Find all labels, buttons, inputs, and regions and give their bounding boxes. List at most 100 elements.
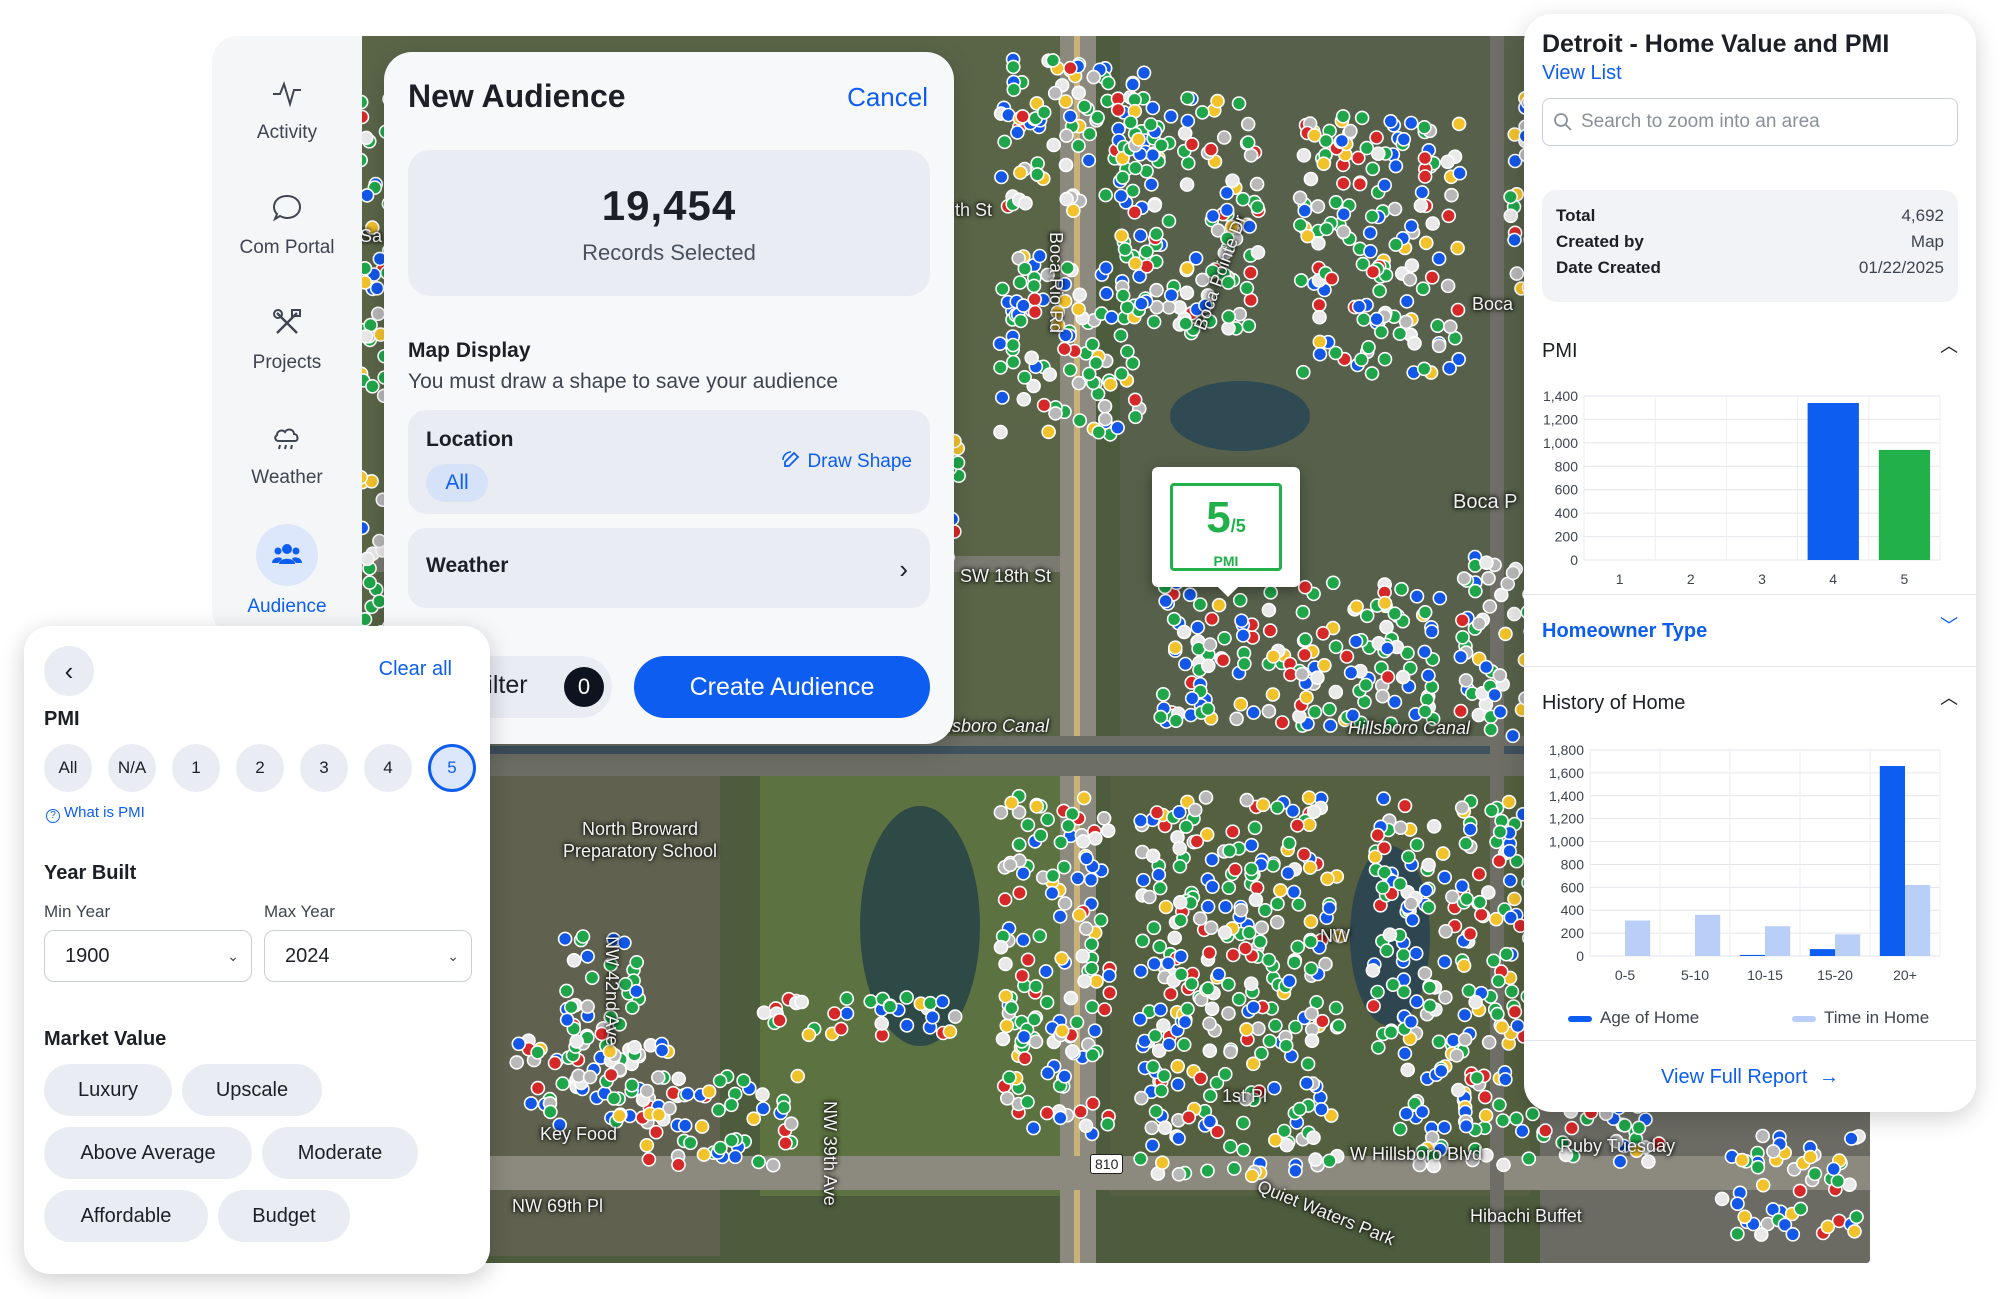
property-dot xyxy=(1202,1088,1218,1103)
property-dot xyxy=(1241,318,1257,334)
property-dot xyxy=(1510,1018,1525,1034)
location-all-chip[interactable]: All xyxy=(426,464,488,502)
property-dot xyxy=(1292,1101,1308,1117)
property-dot xyxy=(1011,837,1027,852)
pmi-option-5[interactable]: 5 xyxy=(428,744,476,792)
property-dot xyxy=(1481,1034,1497,1050)
property-dot xyxy=(1383,1024,1399,1040)
map-display-hint: You must draw a shape to save your audie… xyxy=(408,370,838,393)
pmi-option-1[interactable]: 1 xyxy=(172,744,220,792)
property-dot xyxy=(1132,1011,1148,1027)
pmi-map-marker[interactable]: 5/5 PMI xyxy=(1152,467,1300,597)
property-dot xyxy=(1081,366,1097,382)
property-dot xyxy=(1039,995,1055,1010)
legend-time-in-home: Time in Home xyxy=(1792,1008,1929,1028)
nav-item-label: Projects xyxy=(252,352,322,373)
nav-item-weather[interactable]: Weather xyxy=(212,421,362,489)
property-dot xyxy=(778,1135,793,1151)
property-dot xyxy=(1324,271,1340,286)
property-dot xyxy=(1403,1014,1419,1030)
what-is-pmi-link[interactable]: ? What is PMI xyxy=(46,804,145,823)
property-dot xyxy=(566,952,582,968)
pmi-option-2[interactable]: 2 xyxy=(236,744,284,792)
property-dot xyxy=(1499,946,1514,962)
property-dot xyxy=(1239,1022,1254,1037)
property-dot xyxy=(1028,1034,1044,1050)
homeowner-type-section[interactable]: Homeowner Type xyxy=(1542,620,1707,643)
property-dot xyxy=(1478,659,1494,675)
property-dot xyxy=(1013,165,1028,180)
pmi-option-na[interactable]: N/A xyxy=(108,744,156,792)
property-dot xyxy=(947,1009,963,1024)
chat-icon xyxy=(272,194,302,222)
cancel-button[interactable]: Cancel xyxy=(847,82,928,113)
property-dot xyxy=(999,1091,1015,1106)
property-dot xyxy=(559,1012,575,1028)
market-value-budget[interactable]: Budget xyxy=(218,1190,350,1242)
nav-item-label: Audience xyxy=(247,596,327,617)
property-dot xyxy=(1328,1000,1344,1016)
property-dot xyxy=(1304,1033,1320,1049)
x-tick-label: 3 xyxy=(1758,571,1766,587)
pmi-option-3[interactable]: 3 xyxy=(300,744,348,792)
property-dot xyxy=(680,1086,695,1102)
property-dot xyxy=(1295,364,1311,380)
property-dot xyxy=(1148,226,1164,242)
chevron-down-icon[interactable]: ﹀ xyxy=(1940,612,1958,638)
property-dot xyxy=(694,1119,710,1134)
property-dot xyxy=(1422,998,1438,1014)
back-button[interactable]: ‹ xyxy=(44,646,94,696)
property-dot xyxy=(1154,138,1169,153)
property-dot xyxy=(1244,837,1259,853)
property-dot xyxy=(1016,1029,1032,1045)
pmi-bar-chart: 0 200 400 600 800 1,000 1,200 1,400 1 2 3 4 5 xyxy=(1543,388,1941,587)
market-value-above-average[interactable]: Above Average xyxy=(44,1127,252,1179)
min-year-select[interactable]: 1900 ⌄ xyxy=(44,930,252,982)
max-year-select[interactable]: 2024 ⌄ xyxy=(264,930,472,982)
property-dot xyxy=(1766,1144,1781,1159)
property-dot xyxy=(1370,984,1385,1000)
property-dot xyxy=(1456,571,1472,586)
nav-item-audience[interactable]: Audience xyxy=(212,524,362,618)
market-value-moderate[interactable]: Moderate xyxy=(262,1127,418,1179)
market-value-luxury[interactable]: Luxury xyxy=(44,1064,172,1116)
property-dot xyxy=(1113,188,1129,204)
property-dot xyxy=(1059,128,1074,143)
clear-all-button[interactable]: Clear all xyxy=(379,658,452,681)
draw-shape-button[interactable]: Draw Shape xyxy=(781,450,912,473)
market-value-affordable[interactable]: Affordable xyxy=(44,1190,208,1242)
property-dot xyxy=(1362,225,1378,241)
chevron-up-icon[interactable]: ︿ xyxy=(1940,684,1958,710)
property-dot xyxy=(1012,275,1028,290)
map-label-boca-rio-rd: Boca Rio Rd xyxy=(1046,232,1066,334)
property-dot xyxy=(1097,398,1113,414)
property-dot xyxy=(1020,952,1036,968)
pmi-option-4[interactable]: 4 xyxy=(364,744,412,792)
nav-item-com-portal[interactable]: Com Portal xyxy=(212,191,362,259)
nav-item-projects[interactable]: Projects xyxy=(212,306,362,374)
property-dot xyxy=(1020,817,1036,833)
min-year-value: 1900 xyxy=(65,945,110,967)
market-value-upscale[interactable]: Upscale xyxy=(182,1064,322,1116)
property-dot xyxy=(1339,649,1355,664)
property-dot xyxy=(1239,792,1255,808)
property-dot xyxy=(1306,804,1322,820)
property-dot xyxy=(1363,244,1378,259)
chevron-up-icon[interactable]: ︿ xyxy=(1940,332,1958,358)
property-dot xyxy=(1261,602,1277,618)
property-dot xyxy=(1266,649,1281,664)
weather-section[interactable]: Weather › xyxy=(408,528,930,608)
property-dot xyxy=(1168,713,1184,729)
nav-item-activity[interactable]: Activity xyxy=(212,76,362,144)
property-dot xyxy=(1221,880,1237,896)
property-dot xyxy=(1451,1082,1466,1098)
x-tick-label: 15-20 xyxy=(1817,967,1853,983)
area-search-input[interactable]: Search to zoom into an area xyxy=(1542,98,1958,146)
view-list-link[interactable]: View List xyxy=(1542,62,1622,85)
create-audience-button[interactable]: Create Audience xyxy=(634,656,930,718)
property-dot xyxy=(1282,973,1297,989)
view-full-report-link[interactable]: View Full Report → xyxy=(1524,1066,1976,1089)
pmi-option-all[interactable]: All xyxy=(44,744,92,792)
property-dot xyxy=(1255,797,1271,813)
property-dot xyxy=(756,1005,772,1021)
